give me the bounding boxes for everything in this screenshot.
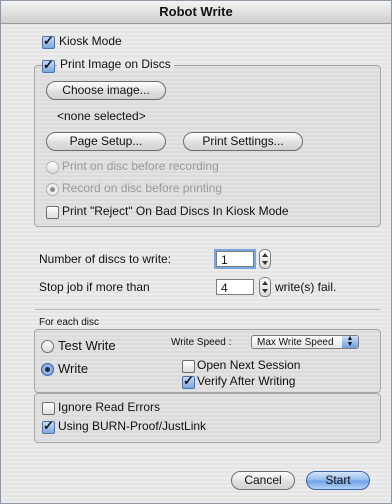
fail-limit-stepper-icon[interactable] [259,277,271,297]
open-next-session-label: Open Next Session [197,358,301,372]
cancel-button[interactable]: Cancel [231,471,295,490]
fail-suffix-label: write(s) fail. [275,280,337,294]
verify-after-writing-checkbox[interactable] [182,373,195,389]
discs-stepper-icon[interactable] [259,249,271,269]
test-write-radio[interactable] [41,340,54,353]
print-image-label: Print Image on Discs [57,57,174,71]
print-reject-checkbox[interactable] [46,206,59,219]
print-settings-button[interactable]: Print Settings... [183,132,303,151]
robot-write-window: Robot Write Kiosk Mode Print Image on Di… [0,0,392,504]
choose-image-button[interactable]: Choose image... [46,81,166,100]
start-button[interactable]: Start [306,471,370,490]
discs-to-write-label: Number of discs to write: [39,252,172,266]
write-speed-popup[interactable]: Max Write Speed ▲ ▼ [251,335,359,349]
page-setup-button[interactable]: Page Setup... [46,132,166,151]
window-title: Robot Write [1,1,391,24]
verify-after-writing-label: Verify After Writing [197,374,296,388]
write-label: Write [58,361,89,376]
burn-proof-checkbox[interactable] [42,418,55,434]
popup-arrows-icon: ▲ ▼ [342,335,358,348]
record-before-printing-label: Record on disc before printing [62,181,223,195]
stop-job-label: Stop job if more than [39,280,150,294]
for-each-disc-heading: For each disc [39,317,100,328]
selected-image-text: <none selected> [57,109,146,123]
ignore-read-errors-label: Ignore Read Errors [58,400,161,414]
print-reject-label: Print "Reject" On Bad Discs In Kiosk Mod… [62,204,289,218]
open-next-session-checkbox[interactable] [182,360,195,373]
write-speed-label: Write Speed : [171,337,232,348]
ignore-read-errors-checkbox[interactable] [42,402,55,415]
discs-to-write-field[interactable]: 1 [214,249,256,269]
record-before-printing-radio[interactable] [46,183,59,196]
write-radio[interactable] [41,363,54,376]
test-write-label: Test Write [58,338,116,353]
write-speed-value: Max Write Speed [257,337,334,348]
separator [35,309,380,310]
burn-proof-label: Using BURN-Proof/JustLink [58,419,207,433]
kiosk-mode-checkbox[interactable] [42,33,55,49]
fail-limit-field[interactable]: 4 [216,279,254,295]
print-before-recording-radio[interactable] [46,161,59,174]
print-image-checkbox[interactable] [42,57,55,73]
kiosk-mode-label: Kiosk Mode [59,34,122,48]
print-before-recording-label: Print on disc before recording [62,159,219,173]
